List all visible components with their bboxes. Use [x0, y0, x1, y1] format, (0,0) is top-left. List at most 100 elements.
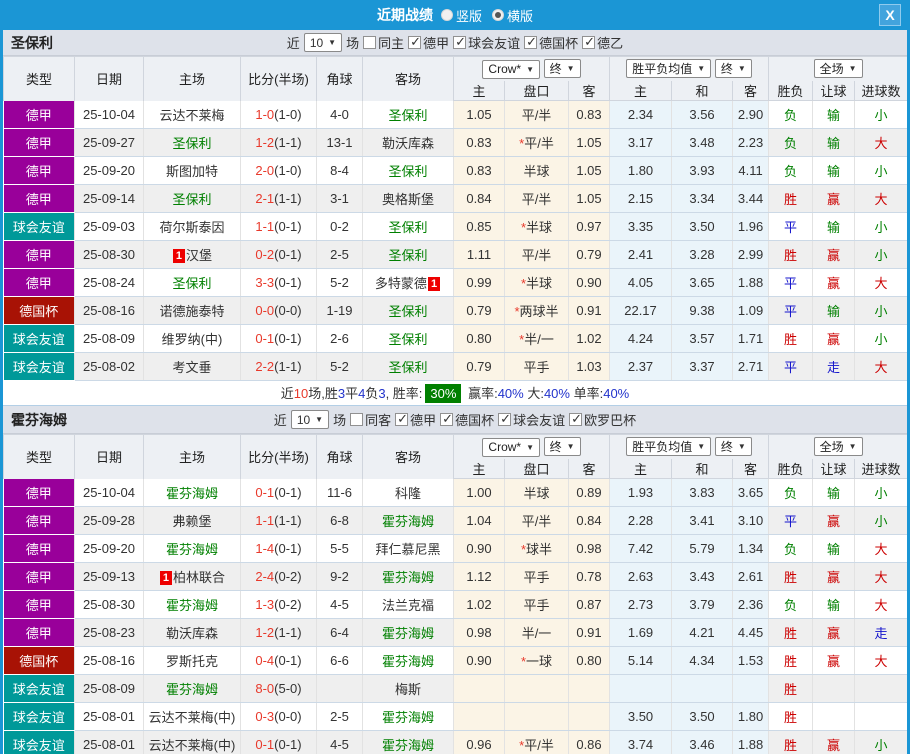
col-away: 客场 — [362, 56, 454, 101]
col-corner: 角球 — [316, 56, 363, 101]
col-home: 主场 — [143, 434, 241, 479]
result-goals-cell: 大 — [854, 184, 907, 213]
checkbox-icon[interactable] — [569, 411, 583, 427]
halftime-score: (0-0) — [274, 709, 302, 724]
avg-stage-dropdown[interactable]: 终 ▼ — [714, 59, 752, 79]
halftime-score: (0-1) — [274, 247, 302, 262]
result-handicap-cell: 赢 — [812, 268, 856, 297]
fulltime-dropdown[interactable]: 全场 ▼ — [813, 437, 863, 457]
home-team-cell: 罗斯托克 — [143, 646, 241, 675]
version-radio[interactable]: 横版 — [492, 6, 533, 25]
fulltime-score: 1-3 — [255, 597, 275, 612]
league-checkbox[interactable]: 球会友谊 — [498, 410, 565, 429]
odds-stage-dropdown[interactable]: 终 ▼ — [543, 59, 581, 78]
home-team-cell: 1 柏林联合 — [143, 562, 241, 591]
type-cell: 球会友谊 — [3, 674, 75, 703]
chevron-down-icon: ▼ — [848, 64, 857, 74]
team-name: 圣保利 — [388, 332, 428, 347]
match-count-value: 10 — [309, 35, 324, 50]
date-cell: 25-08-23 — [74, 618, 144, 647]
league-checkbox[interactable]: 德乙 — [582, 33, 623, 52]
checkbox-icon[interactable] — [524, 34, 538, 50]
result-handicap-cell: 赢 — [812, 240, 856, 269]
match-count-select[interactable]: 10 ▼ — [303, 33, 343, 52]
radio-icon[interactable] — [492, 9, 504, 21]
chevron-down-icon: ▼ — [737, 64, 746, 74]
avg-dropdown[interactable]: 胜平负均值 ▼ — [626, 437, 712, 457]
away-team-cell: 圣保利 — [362, 156, 454, 185]
league-checkbox[interactable]: 德甲 — [395, 410, 436, 429]
league-checkbox[interactable]: 德国杯 — [440, 410, 494, 429]
avg-draw-cell: 3.50 — [671, 702, 734, 731]
handicap-text: 平/半 — [521, 248, 552, 263]
team-name: 维罗纳(中) — [161, 332, 223, 347]
result-goals-cell: 小 — [854, 478, 907, 507]
team-name: 圣保利 — [172, 136, 212, 151]
avg-stage-dropdown[interactable]: 终 ▼ — [714, 437, 752, 457]
result-goals-cell: 小 — [854, 730, 907, 754]
type-cell: 德甲 — [3, 478, 75, 507]
fulltime-score: 1-2 — [255, 625, 275, 640]
checkbox-label: 欧罗巴杯 — [584, 413, 637, 428]
fulltime-dropdown[interactable]: 全场 ▼ — [813, 59, 863, 79]
fulltime-score: 8-0 — [255, 681, 275, 696]
checkbox-icon[interactable] — [453, 34, 467, 50]
match-row: 德甲 25-09-20 斯图加特 2-0(1-0) 8-4 圣保利 0.83 半球 1.05 1.… — [3, 156, 907, 185]
same-venue-checkbox[interactable]: 同客 — [350, 410, 391, 429]
col-home: 主场 — [143, 56, 241, 101]
avg-draw-cell: 3.93 — [671, 156, 734, 185]
halftime-score: (1-1) — [274, 359, 302, 374]
result-wdl-cell: 胜 — [768, 184, 814, 213]
checkbox-icon[interactable] — [408, 34, 422, 50]
bookmaker-dropdown[interactable]: Crow* ▼ — [482, 437, 541, 457]
avg-dropdown[interactable]: 胜平负均值 ▼ — [626, 59, 712, 79]
odds-away-cell: 0.98 — [568, 534, 611, 563]
summary-text: 40% — [543, 386, 570, 401]
checkbox-icon[interactable] — [350, 413, 364, 426]
league-checkbox[interactable]: 德甲 — [408, 33, 449, 52]
same-venue-checkbox[interactable]: 同主 — [363, 33, 404, 52]
fulltime-score: 2-1 — [255, 191, 275, 206]
team-name: 圣保利 — [172, 276, 212, 291]
result-goals-cell: 大 — [854, 352, 907, 381]
home-team-cell: 1 汉堡 — [143, 240, 241, 269]
home-team-cell: 霍芬海姆 — [143, 478, 241, 507]
radio-icon[interactable] — [440, 9, 453, 21]
chevron-down-icon: ▼ — [848, 442, 857, 452]
chevron-down-icon: ▼ — [526, 64, 535, 74]
checkbox-label: 德甲 — [410, 413, 437, 428]
halftime-score: (0-1) — [274, 653, 302, 668]
fulltime-score: 0-1 — [255, 737, 275, 752]
version-radio[interactable]: 竖版 — [440, 6, 482, 25]
avg-group-header: 胜平负均值 ▼ 终 ▼ — [609, 56, 770, 81]
checkbox-icon[interactable] — [395, 411, 409, 427]
team-name: 柏林联合 — [173, 570, 226, 585]
result-wdl-cell: 负 — [768, 156, 814, 185]
away-team-cell: 勒沃库森 — [362, 128, 454, 157]
home-team-cell: 云达不莱梅(中) — [143, 730, 241, 754]
result-wdl-cell: 负 — [768, 590, 814, 619]
checkbox-icon[interactable] — [363, 36, 377, 49]
close-button[interactable]: X — [879, 4, 901, 26]
bookmaker-dropdown[interactable]: Crow* ▼ — [482, 59, 541, 79]
corners-cell: 5-2 — [316, 268, 363, 297]
match-count-select[interactable]: 10 ▼ — [290, 410, 330, 429]
league-checkbox[interactable]: 德国杯 — [524, 33, 578, 52]
match-row: 德甲 25-08-30 1 汉堡 0-2(0-1) 2-5 圣保利 1.11 平/半 0.79 2.… — [3, 240, 907, 269]
halftime-score: (1-1) — [274, 135, 302, 150]
odds-stage-dropdown[interactable]: 终 ▼ — [543, 437, 581, 456]
fulltime-score: 0-0 — [255, 303, 275, 318]
checkbox-icon[interactable] — [582, 34, 596, 50]
summary-text: 40% — [603, 386, 630, 401]
avg-home-cell: 7.42 — [609, 534, 673, 563]
corners-cell: 11-6 — [316, 478, 363, 507]
result-goals-cell: 小 — [854, 240, 907, 269]
league-checkbox[interactable]: 欧罗巴杯 — [569, 410, 636, 429]
league-checkbox[interactable]: 球会友谊 — [453, 33, 520, 52]
checkbox-icon[interactable] — [498, 411, 512, 427]
halftime-score: (0-1) — [274, 219, 302, 234]
result-wdl-cell: 胜 — [768, 562, 814, 591]
result-wdl-cell: 胜 — [768, 730, 814, 754]
checkbox-icon[interactable] — [440, 411, 454, 427]
avg-draw-cell: 4.34 — [671, 646, 734, 675]
